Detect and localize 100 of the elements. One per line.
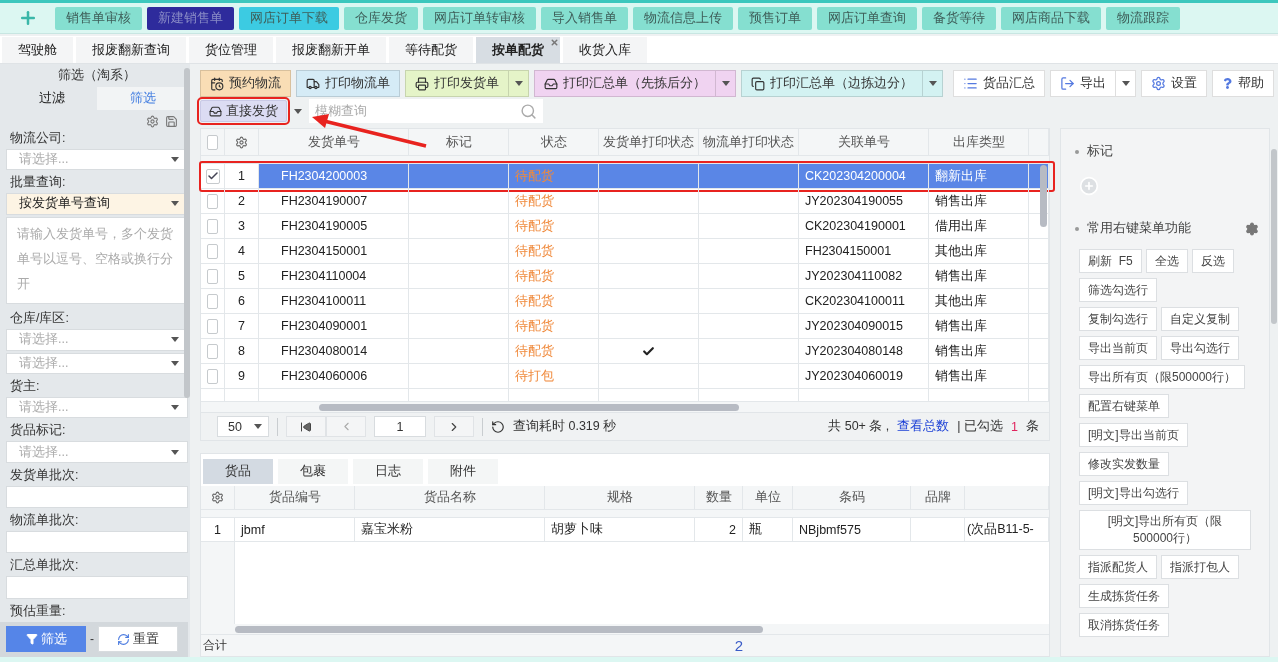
menu-action-button[interactable]: 取消拣货任务 bbox=[1079, 613, 1169, 637]
column-header[interactable]: 货品名称 bbox=[355, 486, 545, 510]
scrollbar[interactable] bbox=[184, 68, 190, 398]
row-checkbox[interactable] bbox=[205, 168, 220, 184]
toolbar-button[interactable]: 预约物流 bbox=[200, 70, 291, 97]
menu-button[interactable]: 备货等待 bbox=[922, 6, 996, 30]
menu-action-button[interactable]: 导出勾选行 bbox=[1161, 336, 1239, 360]
column-header[interactable]: 单位 bbox=[743, 486, 793, 510]
menu-action-button[interactable]: [明文]导出勾选行 bbox=[1079, 481, 1188, 505]
column-header[interactable]: 出库类型 bbox=[929, 129, 1029, 156]
page-field[interactable]: 1 bbox=[374, 416, 426, 437]
menu-action-button[interactable]: 全选 bbox=[1145, 249, 1188, 273]
toolbar-button[interactable]: 设置 bbox=[1141, 70, 1207, 97]
page-tab[interactable]: 等待配货 bbox=[389, 37, 473, 63]
column-header[interactable]: 标记 bbox=[409, 129, 509, 156]
page-tab[interactable]: 货位管理 bbox=[189, 37, 273, 63]
menu-action-button[interactable]: 指派配货人 bbox=[1079, 555, 1157, 579]
menu-button[interactable]: 物流跟踪 bbox=[1106, 6, 1180, 30]
menu-action-button[interactable]: 刷新 F5 bbox=[1079, 249, 1142, 273]
menu-action-button[interactable]: 修改实发数量 bbox=[1079, 452, 1169, 476]
menu-action-button[interactable]: [明文]导出所有页（限500000行） bbox=[1079, 510, 1251, 550]
page-tab[interactable]: 报废翻新查询 bbox=[76, 37, 186, 63]
menu-button[interactable]: 新建销售单 bbox=[147, 6, 234, 30]
menu-button[interactable]: 网店订单查询 bbox=[817, 6, 917, 30]
toolbar-button[interactable]: 导出 bbox=[1050, 70, 1116, 97]
refresh-icon[interactable] bbox=[491, 419, 505, 434]
menu-action-button[interactable]: 自定义复制 bbox=[1161, 307, 1239, 331]
column-header[interactable]: 规格 bbox=[545, 486, 695, 510]
column-header[interactable]: 货品编号 bbox=[235, 486, 355, 510]
detail-tab[interactable]: 附件 bbox=[428, 459, 498, 484]
dropdown-button[interactable] bbox=[509, 70, 529, 97]
input-field[interactable] bbox=[6, 485, 188, 509]
input-field[interactable] bbox=[6, 531, 188, 554]
settings-icon[interactable] bbox=[211, 491, 224, 504]
menu-action-button[interactable]: [明文]导出当前页 bbox=[1079, 423, 1188, 447]
column-header[interactable]: 数量 bbox=[695, 486, 743, 510]
close-icon[interactable] bbox=[550, 38, 559, 47]
dropdown-button[interactable] bbox=[923, 70, 943, 97]
menu-action-button[interactable]: 导出当前页 bbox=[1079, 336, 1157, 360]
input-field[interactable] bbox=[6, 576, 188, 599]
scrollbar[interactable] bbox=[1040, 165, 1047, 227]
toolbar-button[interactable]: 打印发货单 bbox=[405, 70, 509, 97]
menu-action-button[interactable]: 复制勾选行 bbox=[1079, 307, 1157, 331]
column-header[interactable]: 状态 bbox=[509, 129, 599, 156]
row-checkbox[interactable] bbox=[207, 343, 218, 359]
detail-tab[interactable]: 日志 bbox=[353, 459, 423, 484]
row-checkbox[interactable] bbox=[207, 218, 218, 234]
menu-button[interactable]: 导入销售单 bbox=[541, 6, 628, 30]
page-tab[interactable]: 按单配货 bbox=[476, 37, 560, 63]
header-checkbox[interactable] bbox=[207, 134, 218, 150]
menu-button[interactable]: 销售单审核 bbox=[55, 6, 142, 30]
menu-button[interactable]: 仓库发货 bbox=[344, 6, 418, 30]
menu-action-button[interactable]: 指派打包人 bbox=[1161, 555, 1239, 579]
column-header[interactable]: 条码 bbox=[793, 486, 911, 510]
detail-tab[interactable]: 包裹 bbox=[278, 459, 348, 484]
save-icon[interactable] bbox=[165, 115, 178, 129]
page-tab[interactable]: 驾驶舱 bbox=[2, 37, 73, 63]
settings-icon[interactable] bbox=[146, 115, 159, 129]
page-size-select[interactable]: 50 bbox=[217, 416, 269, 437]
dropdown-button[interactable] bbox=[716, 70, 736, 97]
menu-action-button[interactable]: 配置右键菜单 bbox=[1079, 394, 1169, 418]
filter-button[interactable]: 筛选 bbox=[6, 626, 86, 653]
detail-tab[interactable]: 货品 bbox=[203, 459, 273, 484]
toolbar-button[interactable]: 打印汇总单（先拣后分） bbox=[534, 70, 716, 97]
scrollbar[interactable] bbox=[319, 404, 739, 411]
column-header[interactable]: 关联单号 bbox=[799, 129, 929, 156]
row-checkbox[interactable] bbox=[207, 268, 218, 284]
toolbar-button[interactable]: 帮助 bbox=[1212, 70, 1274, 97]
next-page-button[interactable] bbox=[434, 416, 474, 437]
row-checkbox[interactable] bbox=[207, 368, 218, 384]
menu-button[interactable]: 网店订单下载 bbox=[239, 6, 339, 30]
menu-action-button[interactable]: 筛选勾选行 bbox=[1079, 278, 1157, 302]
first-page-button[interactable] bbox=[286, 416, 326, 437]
toolbar-button[interactable]: 货品汇总 bbox=[953, 70, 1045, 97]
direct-ship-button[interactable]: 直接发货 bbox=[200, 100, 287, 122]
column-header[interactable]: 发货单号 bbox=[259, 129, 409, 156]
settings-icon[interactable] bbox=[235, 135, 248, 149]
menu-button[interactable]: 物流信息上传 bbox=[633, 6, 733, 30]
column-header[interactable]: 物流单打印状态 bbox=[699, 129, 799, 156]
page-tab[interactable]: 报废翻新开单 bbox=[276, 37, 386, 63]
menu-button[interactable]: 网店订单转审核 bbox=[423, 6, 536, 30]
menu-action-button[interactable]: 反选 bbox=[1191, 249, 1234, 273]
filter-tab[interactable]: 过滤 bbox=[6, 86, 97, 110]
row-checkbox[interactable] bbox=[207, 243, 218, 259]
menu-action-button[interactable]: 导出所有页（限500000行） bbox=[1079, 365, 1246, 389]
settings-icon[interactable] bbox=[1245, 221, 1259, 236]
row-checkbox[interactable] bbox=[207, 318, 218, 334]
toolbar-button[interactable]: 打印物流单 bbox=[296, 70, 400, 97]
row-checkbox[interactable] bbox=[207, 293, 218, 309]
add-icon[interactable] bbox=[18, 8, 38, 28]
column-header[interactable]: 发货单打印状态 bbox=[599, 129, 699, 156]
dropdown-button[interactable] bbox=[1116, 70, 1136, 97]
toolbar-button[interactable]: 打印汇总单（边拣边分） bbox=[741, 70, 923, 97]
view-total-link[interactable]: 查看总数 bbox=[897, 418, 950, 435]
scrollbar[interactable] bbox=[235, 626, 763, 633]
menu-action-button[interactable]: 生成拣货任务 bbox=[1079, 584, 1169, 608]
scrollbar[interactable] bbox=[1271, 149, 1277, 324]
add-icon[interactable] bbox=[1079, 176, 1099, 196]
column-header[interactable]: 品牌 bbox=[911, 486, 965, 510]
reset-button[interactable]: 重置 bbox=[98, 626, 178, 653]
